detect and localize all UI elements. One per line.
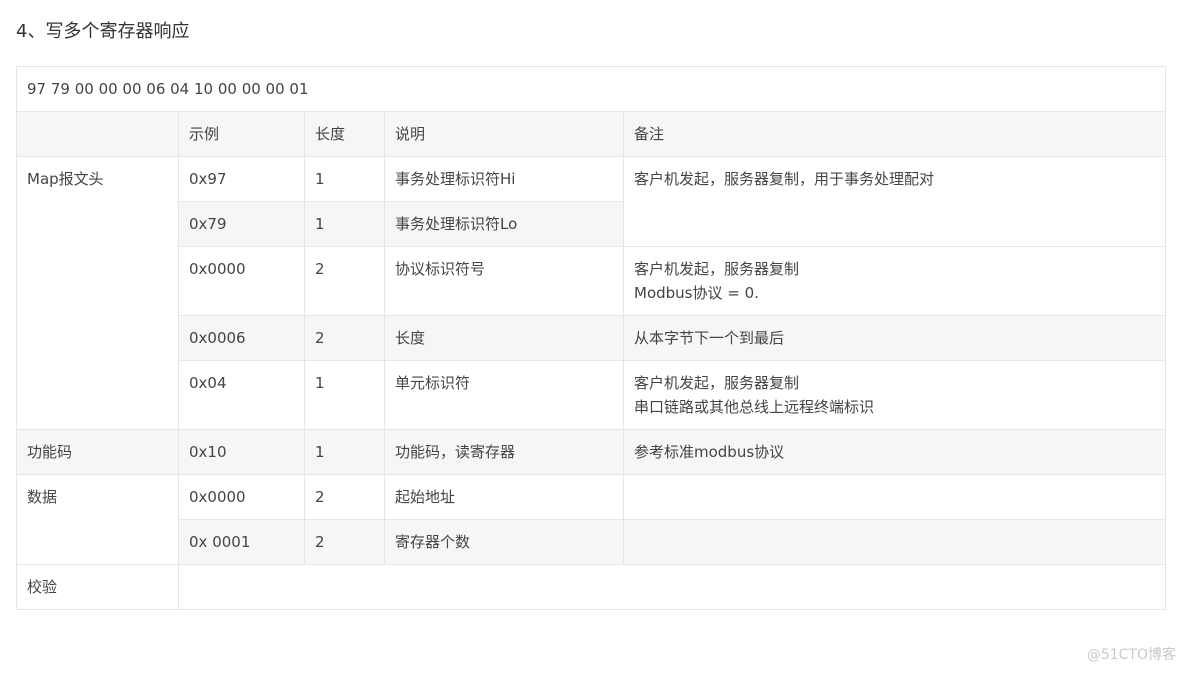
cell-description: 事务处理标识符Hi: [384, 156, 624, 202]
cell-example: 0x0006: [178, 315, 305, 361]
cell-example: 0x04: [178, 360, 305, 430]
header-row: 示例 长度 说明 备注: [16, 111, 1166, 157]
cell-description: 单元标识符: [384, 360, 624, 430]
cell-example: 0x79: [178, 201, 305, 247]
cell-example: 0x0000: [178, 474, 305, 520]
header-example: 示例: [178, 111, 305, 157]
group-map-header: Map报文头: [16, 156, 179, 430]
header-description: 说明: [384, 111, 624, 157]
header-length: 长度: [304, 111, 385, 157]
table-row: 0x 0001 2 寄存器个数: [17, 519, 1166, 565]
cell-example: 0x 0001: [178, 519, 305, 565]
cell-length: 2: [304, 246, 385, 316]
note-line: 客户机发起，服务器复制: [634, 374, 800, 392]
note-line: 客户机发起，服务器复制，用于事务处理配对: [634, 170, 935, 188]
cell-length: 1: [304, 360, 385, 430]
table-row: 0x0006 2 长度 从本字节下一个到最后: [17, 315, 1166, 361]
cell-example: 0x0000: [178, 246, 305, 316]
table-row: 功能码 0x10 1 功能码，读寄存器 参考标准modbus协议: [16, 429, 1166, 475]
header-blank: [16, 111, 179, 157]
table-row: 0x04 1 单元标识符 客户机发起，服务器复制 串口链路或其他总线上远程终端标…: [17, 360, 1166, 430]
cell-length: 2: [304, 519, 385, 565]
cell-note: 客户机发起，服务器复制 串口链路或其他总线上远程终端标识: [623, 360, 1166, 430]
cell-note: [623, 474, 1166, 520]
note-line: 参考标准modbus协议: [634, 443, 785, 461]
cell-length: 2: [304, 315, 385, 361]
checksum-value: [178, 564, 1166, 610]
group-checksum: 校验: [16, 564, 179, 610]
watermark: @51CTO博客: [1086, 647, 1176, 663]
cell-length: 1: [304, 201, 385, 247]
cell-description: 寄存器个数: [384, 519, 624, 565]
modbus-response-table: 97 79 00 00 00 06 04 10 00 00 00 01 示例 长…: [16, 66, 1166, 610]
cell-length: 2: [304, 474, 385, 520]
table-row: 0x0000 2 协议标识符号 客户机发起，服务器复制 Modbus协议 = 0…: [17, 246, 1166, 316]
cell-description: 长度: [384, 315, 624, 361]
cell-example: 0x10: [178, 429, 305, 475]
cell-note: 客户机发起，服务器复制 Modbus协议 = 0.: [623, 246, 1166, 316]
note-line: 串口链路或其他总线上远程终端标识: [634, 398, 875, 416]
group-function-code: 功能码: [16, 429, 179, 475]
section-heading: 4、写多个寄存器响应: [16, 21, 190, 42]
cell-note: 客户机发起，服务器复制，用于事务处理配对: [623, 156, 1166, 247]
cell-description: 事务处理标识符Lo: [384, 201, 624, 247]
frame-row: 97 79 00 00 00 06 04 10 00 00 00 01: [16, 66, 1166, 112]
note-line: Modbus协议 = 0.: [634, 284, 759, 302]
cell-example: 0x97: [178, 156, 305, 202]
cell-note: 从本字节下一个到最后: [623, 315, 1166, 361]
table-row: Map报文头 0x97 1 事务处理标识符Hi 客户机发起，服务器复制，用于事务…: [16, 156, 1166, 430]
table-row: 数据 0x0000 2 起始地址: [16, 474, 1166, 565]
cell-length: 1: [304, 156, 385, 202]
cell-length: 1: [304, 429, 385, 475]
cell-note: 参考标准modbus协议: [623, 429, 1166, 475]
cell-description: 起始地址: [384, 474, 624, 520]
raw-frame-bytes: 97 79 00 00 00 06 04 10 00 00 00 01: [16, 66, 1166, 112]
cell-note: [623, 519, 1166, 565]
group-data: 数据: [16, 474, 179, 565]
table-row: 校验: [16, 564, 1166, 610]
note-line: 从本字节下一个到最后: [634, 329, 785, 347]
cell-description: 协议标识符号: [384, 246, 624, 316]
header-note: 备注: [623, 111, 1166, 157]
cell-description: 功能码，读寄存器: [384, 429, 624, 475]
note-line: 客户机发起，服务器复制: [634, 260, 800, 278]
